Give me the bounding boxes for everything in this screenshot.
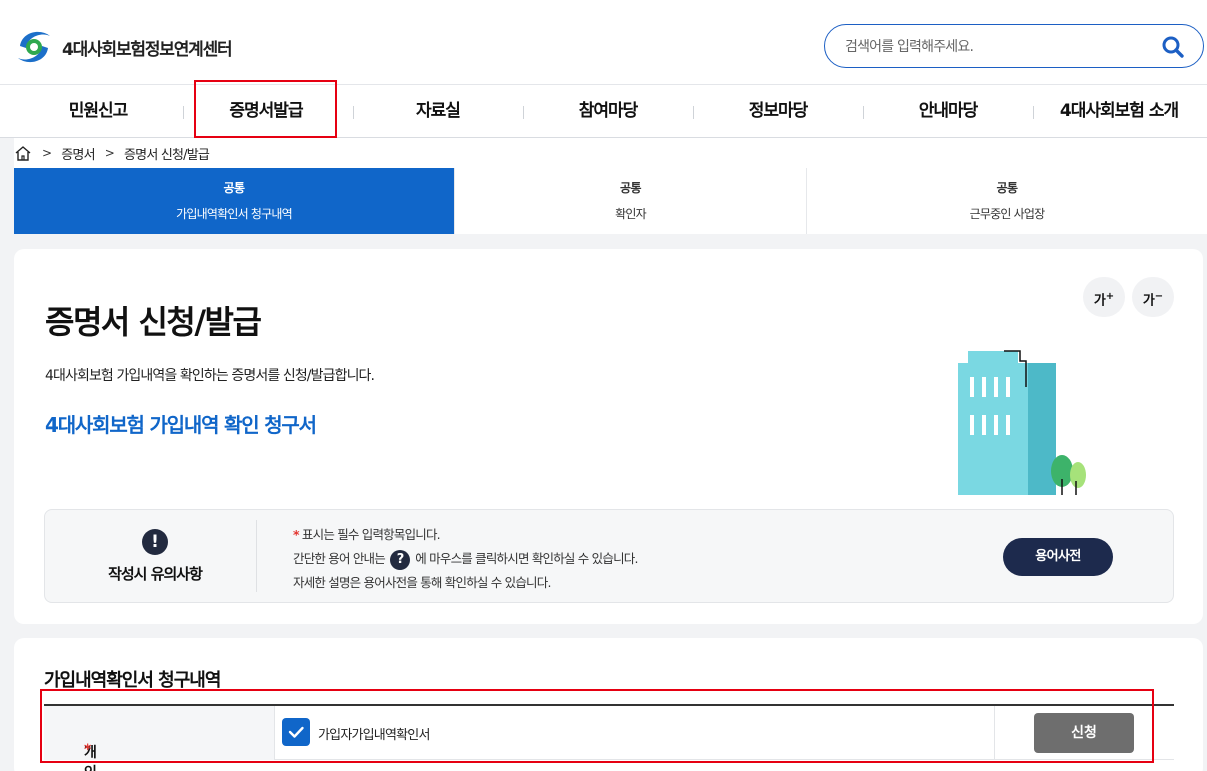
notice-divider (256, 520, 257, 592)
tab-category: 공통 (620, 181, 641, 195)
page-title: 증명서 신청/발급 (45, 303, 262, 341)
breadcrumb: > 증명서 > 증명서 신청/발급 (14, 138, 1207, 168)
notice-line-1: * 표시는 필수 입력항목입니다. (293, 523, 638, 547)
notice-box: ! 작성시 유의사항 * 표시는 필수 입력항목입니다. 간단한 용어 안내는 … (44, 509, 1174, 603)
nav-divider (523, 106, 524, 119)
font-down-label: 가 (1142, 293, 1155, 309)
font-up-label: 가 (1093, 293, 1106, 309)
sub-tabs: 공통 가입내역확인서 청구내역 공통 확인자 공통 근무중인 사업장 (14, 168, 1207, 234)
tab-confirmer[interactable]: 공통 확인자 (455, 168, 807, 234)
row-divider (994, 706, 995, 760)
request-card: 가입내역확인서 청구내역 개인용* 가입자가입내역확인서 신청 (14, 638, 1203, 771)
notice-heading-area: ! 작성시 유의사항 (45, 510, 257, 602)
nav-item-certificate[interactable]: 증명서발급 (196, 85, 336, 137)
font-size-up-button[interactable]: 가+ (1083, 277, 1125, 317)
notice-text: * 표시는 필수 입력항목입니다. 간단한 용어 안내는 ? 에 마우스를 클릭… (293, 523, 638, 595)
nav-item-guide[interactable]: 안내마당 (878, 85, 1018, 137)
building-illustration-icon (958, 350, 1086, 495)
tab-category: 공통 (996, 181, 1018, 195)
logo-mark-icon (18, 31, 50, 63)
nav-divider (183, 106, 184, 119)
nav-divider (693, 106, 694, 119)
exclamation-icon: ! (142, 529, 168, 555)
nav-divider (1033, 106, 1034, 119)
intro-card: 가+ 가− 증명서 신청/발급 4대사회보험 가입내역을 확인하는 증명서를 신… (14, 249, 1203, 624)
row-header: 개인용* (44, 706, 275, 771)
logo-text: 4대사회보험정보연계센터 (62, 39, 233, 60)
nav-item-about[interactable]: 4대사회보험 소개 (1046, 85, 1192, 137)
nav-item-information[interactable]: 정보마당 (708, 85, 848, 137)
tab-current-workplace[interactable]: 공통 근무중인 사업장 (807, 168, 1207, 234)
breadcrumb-item[interactable]: 증명서 (61, 144, 95, 163)
chevron-right-icon: > (104, 146, 115, 160)
section-title: 가입내역확인서 청구내역 (44, 670, 221, 691)
table-row: 개인용* 가입자가입내역확인서 신청 (44, 706, 1174, 771)
nav-divider (863, 106, 864, 119)
search-input[interactable] (845, 36, 1145, 58)
search-box (824, 24, 1204, 68)
nav-item-library[interactable]: 자료실 (368, 85, 508, 137)
font-size-down-button[interactable]: 가− (1132, 277, 1174, 317)
notice-line-3: 자세한 설명은 용어사전을 통해 확인하실 수 있습니다. (293, 575, 551, 590)
search-icon[interactable] (1161, 35, 1185, 59)
glossary-button[interactable]: 용어사전 (1003, 538, 1113, 576)
nav-item-participation[interactable]: 참여마당 (538, 85, 678, 137)
tab-label: 근무중인 사업장 (969, 207, 1046, 221)
required-star: * (84, 742, 91, 758)
notice-title: 작성시 유의사항 (108, 565, 203, 583)
site-header: 4대사회보험정보연계센터 (0, 0, 1207, 84)
tab-label: 가입내역확인서 청구내역 (176, 207, 292, 221)
nav-divider (353, 106, 354, 119)
breadcrumb-current: 증명서 신청/발급 (124, 147, 210, 163)
notice-line-1-text: 표시는 필수 입력항목입니다. (298, 527, 441, 542)
nav-item-complaint[interactable]: 민원신고 (28, 85, 168, 137)
tab-subscription-claim[interactable]: 공통 가입내역확인서 청구내역 (14, 168, 455, 234)
notice-line-2b: 에 마우스를 클릭하시면 확인하실 수 있습니다. (412, 551, 638, 566)
tab-label: 확인자 (615, 207, 647, 221)
home-icon[interactable] (14, 145, 32, 161)
main-navigation: 민원신고 증명서발급 자료실 참여마당 정보마당 안내마당 4대사회보험 소개 (0, 84, 1207, 138)
apply-button[interactable]: 신청 (1034, 713, 1134, 753)
question-help-icon[interactable]: ? (390, 549, 411, 570)
site-logo[interactable]: 4대사회보험정보연계센터 (14, 26, 233, 68)
tab-category: 공통 (223, 181, 245, 195)
notice-line-2: 간단한 용어 안내는 ? 에 마우스를 클릭하시면 확인하실 수 있습니다. (293, 547, 638, 571)
page-description: 4대사회보험 가입내역을 확인하는 증명서를 신청/발급합니다. (45, 368, 375, 384)
notice-line-2a: 간단한 용어 안내는 (293, 551, 389, 566)
chevron-right-icon: > (42, 146, 52, 160)
checkmark-icon (288, 726, 304, 738)
page-subtitle: 4대사회보험 가입내역 확인 청구서 (45, 413, 317, 437)
checkbox-label[interactable]: 가입자가입내역확인서 (318, 724, 430, 743)
certificate-checkbox[interactable] (282, 718, 310, 746)
